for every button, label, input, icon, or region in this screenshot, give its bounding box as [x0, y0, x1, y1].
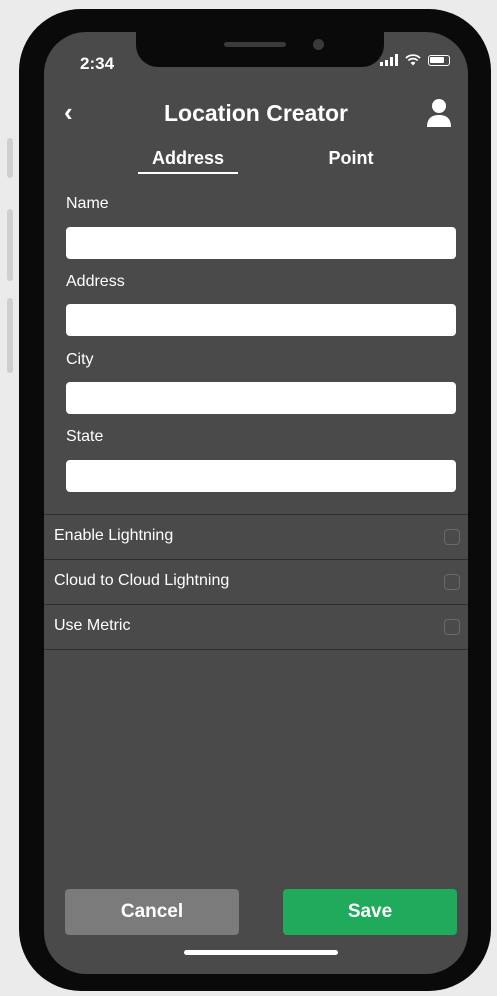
phone-volume-down-button	[7, 298, 13, 373]
option-use-metric[interactable]: Use Metric	[44, 604, 468, 648]
phone-frame: 2:34 ‹ Location Creator Address Point Na…	[19, 9, 491, 991]
home-indicator[interactable]	[184, 950, 338, 955]
speaker-grille	[224, 42, 286, 47]
cloud-to-cloud-lightning-checkbox[interactable]	[444, 574, 460, 590]
cellular-signal-icon	[380, 54, 398, 66]
page-title: Location Creator	[163, 100, 349, 126]
mode-tabs: Address Point	[44, 148, 468, 184]
battery-icon	[428, 54, 450, 66]
front-camera	[313, 39, 324, 50]
phone-silent-switch	[7, 138, 13, 178]
state-label: State	[66, 428, 104, 445]
phone-volume-up-button	[7, 209, 13, 281]
divider	[44, 649, 468, 650]
wifi-icon	[405, 54, 421, 66]
name-input[interactable]	[66, 227, 456, 259]
city-label: City	[66, 351, 94, 368]
status-time: 2:34	[80, 54, 115, 73]
enable-lightning-checkbox[interactable]	[444, 529, 460, 545]
option-label: Enable Lightning	[54, 527, 174, 544]
city-input[interactable]	[66, 382, 456, 414]
state-input[interactable]	[66, 460, 456, 492]
option-cloud-to-cloud-lightning[interactable]: Cloud to Cloud Lightning	[44, 559, 468, 603]
option-label: Use Metric	[54, 617, 131, 634]
address-label: Address	[66, 273, 125, 290]
tab-address[interactable]: Address	[138, 148, 238, 174]
use-metric-checkbox[interactable]	[444, 619, 460, 635]
option-enable-lightning[interactable]: Enable Lightning	[44, 514, 468, 558]
save-button[interactable]: Save	[283, 889, 457, 935]
cancel-button[interactable]: Cancel	[65, 889, 239, 935]
notch	[136, 32, 384, 67]
name-label: Name	[66, 195, 109, 212]
status-icons	[380, 54, 450, 66]
user-profile-icon[interactable]	[426, 98, 452, 128]
tab-point[interactable]: Point	[316, 148, 386, 169]
address-input[interactable]	[66, 304, 456, 336]
app-screen: 2:34 ‹ Location Creator Address Point Na…	[44, 32, 468, 974]
option-label: Cloud to Cloud Lightning	[54, 572, 230, 589]
